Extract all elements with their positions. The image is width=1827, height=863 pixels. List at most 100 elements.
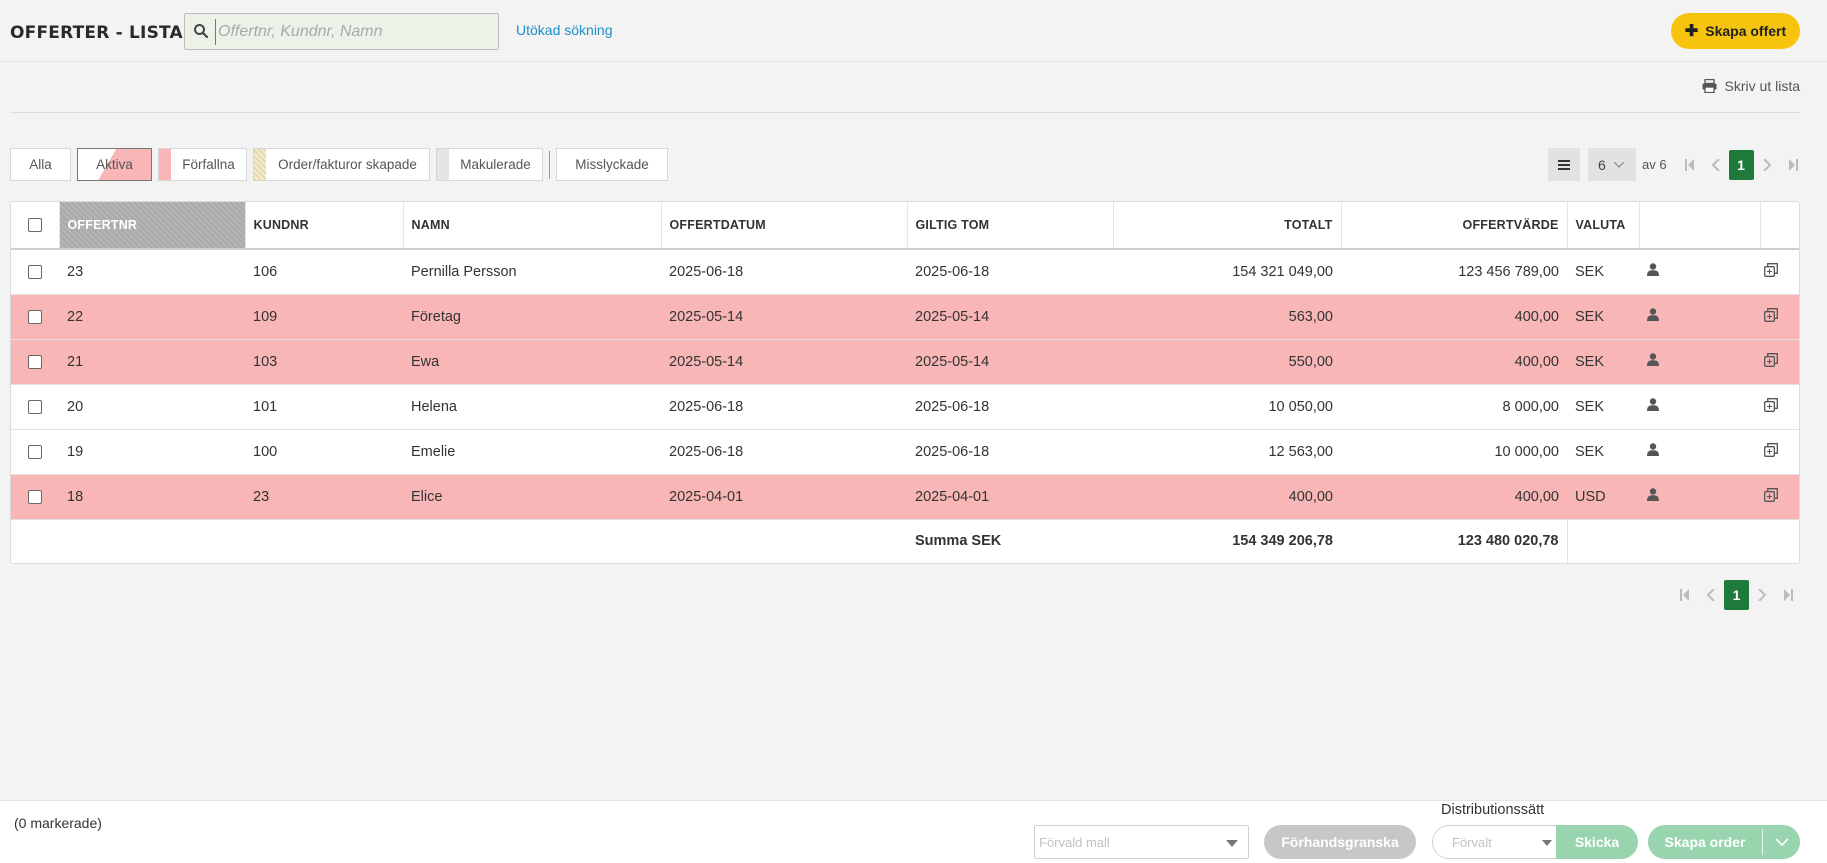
row-checkbox[interactable]: [28, 309, 42, 324]
column-menu-button[interactable]: [1548, 148, 1580, 181]
distribution-select[interactable]: Förvalt: [1432, 825, 1559, 859]
col-header-quote-value[interactable]: OFFERTVÄRDE: [1341, 202, 1568, 250]
prev-page-button[interactable]: [1703, 150, 1729, 180]
create-order-dropdown[interactable]: [1763, 838, 1800, 846]
cell-customer-no: 106: [245, 249, 403, 295]
cell-quote-value: 400,00: [1341, 339, 1567, 385]
col-header-name[interactable]: NAMN: [403, 202, 662, 250]
page-number-current[interactable]: 1: [1728, 149, 1754, 180]
cell-total: 10 050,00: [1113, 384, 1341, 430]
chevron-down-icon: [1774, 838, 1789, 846]
last-page-button[interactable]: [1780, 150, 1806, 180]
select-all-checkbox[interactable]: [27, 218, 42, 233]
row-checkbox[interactable]: [28, 489, 42, 504]
page-number-current-bottom[interactable]: 1: [1724, 579, 1749, 610]
last-page-button-bottom[interactable]: [1775, 580, 1801, 610]
col-header-currency[interactable]: VALUTA: [1567, 202, 1640, 250]
page-count-label: av 6: [1642, 157, 1667, 172]
create-order-button[interactable]: Skapa order: [1648, 825, 1800, 859]
cell-quote-no[interactable]: 22: [59, 294, 245, 340]
cell-valid-until: 2025-06-18: [907, 384, 1113, 430]
cell-total: 563,00: [1113, 294, 1341, 340]
cell-quote-date: 2025-05-14: [661, 339, 907, 385]
col-header-customer-no[interactable]: KUNDNR: [245, 202, 404, 250]
table-row[interactable]: 20 101 Helena 2025-06-18 2025-06-18 10 050,00…: [11, 384, 1799, 430]
cell-name: Elice: [403, 474, 661, 520]
copy-icon[interactable]: [1764, 487, 1778, 506]
col-header-valid-until[interactable]: GILTIG TOM: [907, 202, 1114, 250]
col-header-quote-no[interactable]: OFFERTNR: [59, 202, 246, 250]
table-row[interactable]: 22 109 Företag 2025-05-14 2025-05-14 563,00 40…: [11, 294, 1799, 340]
row-select-cell: [11, 429, 59, 475]
status-filters: Alla Aktiva Förfallna Order/fakturor ska…: [10, 148, 668, 181]
extended-search-link[interactable]: Utökad sökning: [516, 22, 613, 38]
print-list-label: Skriv ut lista: [1724, 78, 1800, 94]
filter-all[interactable]: Alla: [10, 148, 71, 181]
copy-icon[interactable]: [1764, 442, 1778, 461]
row-checkbox[interactable]: [28, 354, 42, 369]
filter-orders-created[interactable]: Order/fakturor skapade: [253, 148, 430, 181]
cell-user: [1639, 429, 1760, 475]
first-page-button-bottom[interactable]: [1672, 580, 1698, 610]
user-icon[interactable]: [1647, 398, 1659, 415]
page-title: OFFERTER - LISTA: [10, 23, 183, 43]
pager-top: 6 av 6 1: [1548, 148, 1806, 181]
cell-quote-no[interactable]: 19: [59, 429, 245, 475]
filter-overdue[interactable]: Förfallna: [158, 148, 247, 181]
user-icon[interactable]: [1647, 263, 1659, 280]
next-page-button[interactable]: [1754, 150, 1780, 180]
prev-page-button-bottom[interactable]: [1698, 580, 1724, 610]
first-page-button[interactable]: [1677, 150, 1703, 180]
page-size-value: 6: [1598, 156, 1606, 173]
row-checkbox[interactable]: [28, 264, 42, 279]
user-icon[interactable]: [1647, 443, 1659, 460]
cell-customer-no: 103: [245, 339, 403, 385]
distribution-select-value: Förvalt: [1452, 834, 1492, 850]
row-checkbox[interactable]: [28, 444, 42, 459]
cell-user: [1639, 474, 1760, 520]
cell-quote-no[interactable]: 23: [59, 249, 245, 295]
print-list-link[interactable]: Skriv ut lista: [1702, 78, 1800, 94]
cell-valid-until: 2025-06-18: [907, 429, 1113, 475]
template-select[interactable]: Förvald mall: [1034, 825, 1249, 859]
filter-void[interactable]: Makulerade: [436, 148, 543, 181]
summary-label: Summa SEK: [907, 519, 1113, 563]
cell-actions: [1760, 429, 1799, 475]
create-quote-button[interactable]: ✚ Skapa offert: [1671, 13, 1800, 49]
col-header-total[interactable]: TOTALT: [1113, 202, 1342, 250]
user-icon[interactable]: [1647, 353, 1659, 370]
send-button[interactable]: Skicka: [1556, 825, 1638, 859]
table-row[interactable]: 18 23 Elice 2025-04-01 2025-04-01 400,00 400,0…: [11, 474, 1799, 520]
cell-actions: [1760, 249, 1799, 295]
copy-icon[interactable]: [1764, 307, 1778, 326]
copy-icon[interactable]: [1764, 352, 1778, 371]
cell-total: 550,00: [1113, 339, 1341, 385]
preview-button[interactable]: Förhandsgranska: [1264, 825, 1416, 859]
copy-icon[interactable]: [1764, 397, 1778, 416]
cell-quote-date: 2025-06-18: [661, 384, 907, 430]
table-row[interactable]: 23 106 Pernilla Persson 2025-06-18 2025-06-1…: [11, 249, 1799, 295]
next-page-button-bottom[interactable]: [1749, 580, 1775, 610]
table-row[interactable]: 21 103 Ewa 2025-05-14 2025-05-14 550,00 400,00…: [11, 339, 1799, 385]
cell-quote-no[interactable]: 21: [59, 339, 245, 385]
copy-icon[interactable]: [1764, 262, 1778, 281]
cell-quote-no[interactable]: 20: [59, 384, 245, 430]
distribution-label: Distributionssätt: [1441, 802, 1545, 818]
filter-failed[interactable]: Misslyckade: [556, 148, 668, 181]
search-box[interactable]: [184, 13, 499, 50]
col-header-quote-date[interactable]: OFFERTDATUM: [661, 202, 908, 250]
cell-quote-value: 10 000,00: [1341, 429, 1567, 475]
cell-quote-no[interactable]: 18: [59, 474, 245, 520]
template-select-placeholder: Förvald mall: [1039, 834, 1110, 850]
filter-active[interactable]: Aktiva: [77, 148, 152, 181]
page-size-select[interactable]: 6: [1588, 148, 1636, 181]
row-checkbox[interactable]: [28, 399, 42, 414]
button-divider: [1762, 829, 1763, 855]
cell-customer-no: 100: [245, 429, 403, 475]
dropdown-arrow-icon: [1226, 840, 1238, 847]
user-icon[interactable]: [1647, 488, 1659, 505]
cell-currency: SEK: [1567, 429, 1639, 475]
search-input[interactable]: [215, 19, 490, 45]
table-row[interactable]: 19 100 Emelie 2025-06-18 2025-06-18 12 563,00…: [11, 429, 1799, 475]
user-icon[interactable]: [1647, 308, 1659, 325]
